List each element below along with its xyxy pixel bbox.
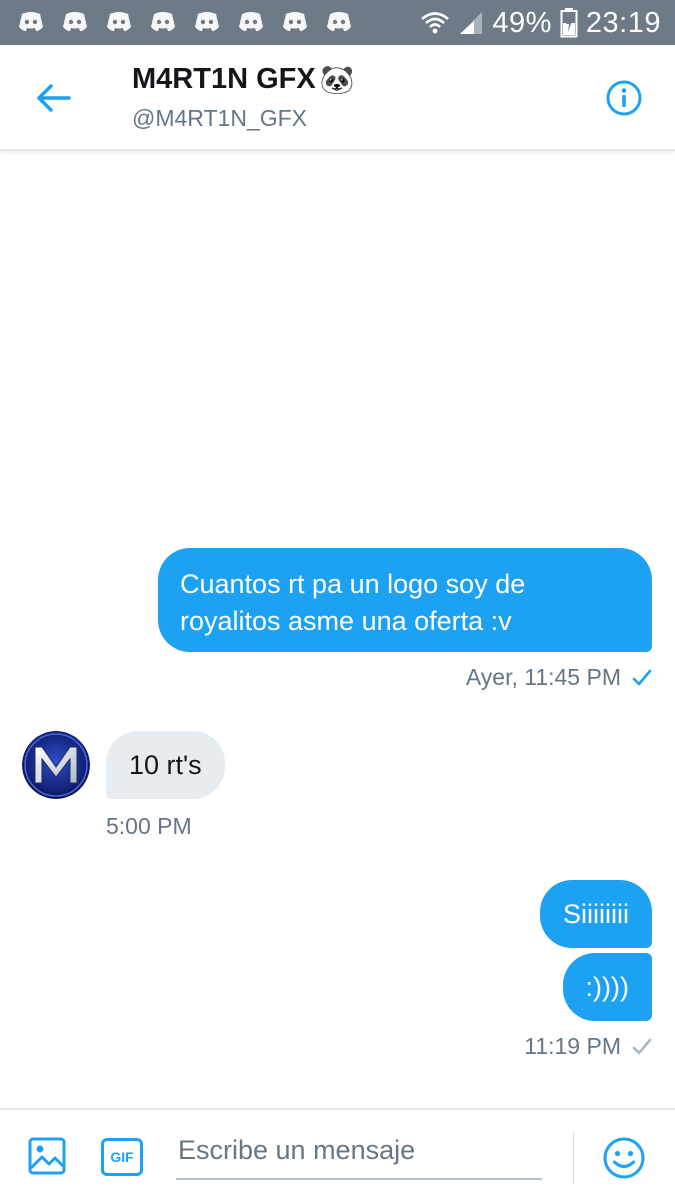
message-timestamp: Ayer, 11:45 PM [465,664,621,690]
read-check-icon [632,669,652,685]
divider [573,1132,574,1184]
message-composer: GIF [0,1108,675,1200]
contact-name[interactable]: M4RT1N GFX 🐼 [132,63,355,96]
status-bar-right: 49% 23:19 [420,4,661,42]
discord-icon [19,12,43,32]
message-meta: 11:19 PM [524,1033,653,1060]
discord-icon [239,12,263,32]
info-icon [606,80,642,116]
message-timestamp: 5:00 PM [106,813,192,839]
wifi-icon [421,12,450,34]
message-meta: Ayer, 11:45 PM [466,664,653,691]
panda-emoji: 🐼 [319,63,355,96]
message-bubble-outgoing[interactable]: Cuantos rt pa un logo soy de royalitos a… [158,548,652,652]
back-button[interactable] [30,75,76,121]
info-button[interactable] [605,79,643,117]
smiley-icon [603,1137,645,1179]
add-media-button[interactable] [27,1136,67,1176]
sent-check-icon [632,1038,652,1054]
discord-icon [63,12,87,32]
contact-handle: @M4RT1N_GFX [132,105,308,131]
message-bubble-outgoing[interactable]: :)))) [562,953,652,1021]
image-icon [28,1137,66,1175]
discord-icon [151,12,175,32]
battery-charging-icon [560,8,578,38]
message-input[interactable] [176,1128,542,1180]
message-timestamp: 11:19 PM [524,1033,621,1059]
discord-icon [327,12,351,32]
message-bubble-incoming[interactable]: 10 rt's [106,731,225,799]
message-bubble-outgoing[interactable]: Siiiiiiii [540,880,652,948]
discord-icon [195,12,219,32]
gif-button[interactable]: GIF [101,1138,143,1176]
battery-percent: 49% [492,6,552,39]
discord-icon [283,12,307,32]
arrow-left-icon [37,84,71,112]
notification-icons [18,10,352,34]
contact-name-text: M4RT1N GFX [132,63,316,95]
conversation-header: M4RT1N GFX 🐼 @M4RT1N_GFX [0,45,675,151]
emoji-button[interactable] [602,1136,646,1180]
avatar-logo-icon [22,731,90,799]
status-bar: 49% 23:19 [0,0,675,45]
discord-icon [107,12,131,32]
signal-icon [460,12,483,34]
clock: 23:19 [585,6,661,39]
avatar[interactable] [22,731,90,799]
